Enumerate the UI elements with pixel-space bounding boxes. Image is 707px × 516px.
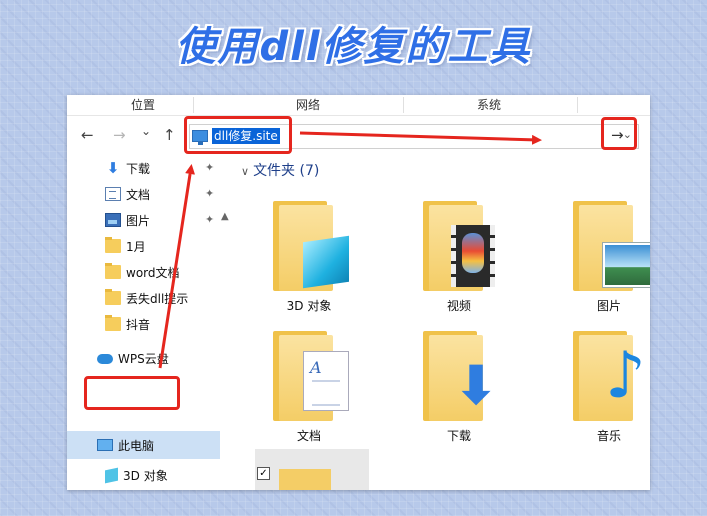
- sidebar-item-douyin[interactable]: 抖音: [105, 313, 150, 335]
- navigation-bar: ← → ⌄ ↑ dll修复.site ⌄ →: [67, 117, 650, 151]
- pictures-folder-icon: [573, 201, 650, 291]
- content-pane: ∨ 文件夹 (7) 3D 对象 视频 图片 A 文档 ⬇ 下载 ♪ 音乐 ✓: [239, 151, 650, 490]
- file-explorer-window: 位置 网络 系统 ← → ⌄ ↑ dll修复.site ⌄ → ▲ ⬇ 下载 ✦…: [67, 95, 650, 490]
- scroll-up-arrow[interactable]: ▲: [221, 211, 229, 222]
- folder-music[interactable]: ♪ 音乐: [549, 331, 650, 451]
- folder-partial-tile[interactable]: [255, 449, 369, 490]
- sidebar-item-label: word文档: [126, 265, 180, 280]
- document-icon: [105, 187, 121, 201]
- address-dropdown-button[interactable]: ⌄: [623, 128, 632, 141]
- item-checkbox[interactable]: ✓: [257, 467, 270, 480]
- folder-3d-objects[interactable]: 3D 对象: [249, 201, 369, 321]
- address-text[interactable]: dll修复.site: [212, 128, 280, 144]
- folder-label: 文档: [296, 429, 321, 443]
- folder-icon: [105, 263, 121, 279]
- navigation-pane: ▲ ⬇ 下载 ✦ 文档 ✦ 图片 ✦ 1月 word文档 丢失dll提示 抖音 …: [67, 151, 229, 490]
- sidebar-item-wps-cloud[interactable]: WPS云盘: [97, 347, 169, 369]
- sidebar-item-label: 文档: [126, 187, 151, 202]
- sidebar-item-label: 图片: [126, 213, 151, 228]
- computer-icon: [192, 130, 208, 145]
- sidebar-item-label: WPS云盘: [118, 351, 169, 366]
- column-location[interactable]: 位置: [131, 96, 155, 113]
- download-icon: ⬇: [106, 159, 120, 177]
- address-bar[interactable]: dll修复.site ⌄: [189, 124, 639, 149]
- folder-label: 3D 对象: [286, 299, 332, 313]
- cloud-icon: [97, 354, 113, 364]
- folder-label: 下载: [446, 429, 471, 443]
- sidebar-item-word-docs[interactable]: word文档: [105, 261, 180, 283]
- videos-folder-icon: [423, 201, 495, 291]
- folder-label: 音乐: [596, 429, 621, 443]
- pin-icon[interactable]: ✦: [205, 187, 214, 200]
- downloads-folder-icon: ⬇: [423, 331, 499, 421]
- column-divider[interactable]: [577, 97, 578, 113]
- folders-group-header[interactable]: ∨ 文件夹 (7): [241, 160, 319, 180]
- up-button[interactable]: ↑: [163, 126, 176, 144]
- 3d-objects-folder-icon: [273, 201, 349, 291]
- column-divider[interactable]: [193, 97, 194, 113]
- sidebar-item-jan[interactable]: 1月: [105, 235, 146, 257]
- column-divider[interactable]: [403, 97, 404, 113]
- banner-title: 使用dll修复的工具: [175, 24, 532, 70]
- folder-videos[interactable]: 视频: [399, 201, 519, 321]
- picture-icon: [105, 213, 121, 227]
- pin-icon[interactable]: ✦: [205, 213, 214, 226]
- sidebar-item-label: 3D 对象: [123, 468, 168, 483]
- folder-icon: [105, 315, 121, 331]
- sidebar-item-pictures[interactable]: 图片: [105, 209, 150, 231]
- sidebar-item-missing-dll[interactable]: 丢失dll提示: [105, 287, 188, 309]
- pin-icon[interactable]: ✦: [205, 161, 214, 174]
- sidebar-item-label: 1月: [126, 239, 146, 254]
- cube-icon: [105, 467, 118, 483]
- chevron-down-icon: ∨: [241, 165, 250, 178]
- folder-label: 视频: [446, 299, 471, 313]
- go-button[interactable]: →: [611, 126, 624, 144]
- folder-icon: [105, 289, 121, 305]
- sidebar-item-label: 下载: [126, 161, 151, 176]
- sidebar-item-label: 抖音: [126, 317, 151, 332]
- back-button[interactable]: ←: [81, 126, 94, 144]
- column-network[interactable]: 网络: [296, 96, 320, 113]
- folder-pictures[interactable]: 图片: [549, 201, 650, 321]
- column-header-bar: 位置 网络 系统: [67, 95, 650, 116]
- folder-documents[interactable]: 文档: [249, 331, 369, 451]
- sidebar-item-documents[interactable]: 文档: [105, 183, 150, 205]
- sidebar-item-downloads[interactable]: ⬇ 下载: [105, 157, 150, 179]
- sidebar-item-this-pc[interactable]: 此电脑: [97, 434, 154, 456]
- computer-icon: [97, 439, 113, 451]
- folder-downloads[interactable]: ⬇ 下载: [399, 331, 519, 451]
- folder-label: 图片: [596, 299, 621, 313]
- sidebar-item-label: 此电脑: [118, 438, 155, 453]
- folder-icon: [105, 237, 121, 253]
- recent-locations-button[interactable]: ⌄: [141, 124, 151, 138]
- forward-button[interactable]: →: [113, 126, 126, 144]
- sidebar-item-3d-objects[interactable]: 3D 对象: [105, 464, 168, 486]
- music-folder-icon: ♪: [573, 331, 646, 421]
- group-header-label: 文件夹 (7): [253, 163, 320, 179]
- documents-folder-icon: [273, 331, 349, 421]
- column-system[interactable]: 系统: [477, 96, 501, 113]
- sidebar-item-label: 丢失dll提示: [126, 291, 189, 306]
